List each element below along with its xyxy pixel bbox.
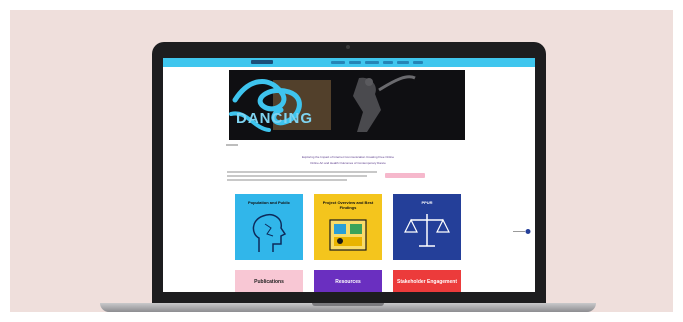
- card-population[interactable]: Population and Public: [235, 194, 303, 260]
- intro-line-2: Online Art and Health Outcomes of Contem…: [310, 161, 386, 165]
- nav-item[interactable]: [365, 61, 379, 64]
- card-label: Stakeholder Engagement: [396, 279, 457, 285]
- highlight-link[interactable]: [385, 173, 425, 178]
- site-header: [163, 58, 535, 67]
- card-project-overview[interactable]: Project Overview and Best Findings: [314, 194, 382, 260]
- hero-banner: [229, 70, 465, 140]
- card-label: Publications: [254, 279, 284, 285]
- body-text-line: [227, 171, 377, 173]
- hero-title: DANCING: [236, 110, 313, 127]
- card-stakeholder[interactable]: Stakeholder Engagement: [393, 270, 461, 292]
- page: DANCING Exploring the Impact of Internet…: [0, 0, 683, 322]
- nav-item[interactable]: [397, 61, 409, 64]
- scales-icon: [404, 214, 450, 247]
- body-text-line: [227, 175, 367, 177]
- card-resources[interactable]: Resources: [314, 270, 382, 292]
- intro-line-1: Exploring the Impact of Internet Communi…: [301, 155, 395, 159]
- website-screen: DANCING Exploring the Impact of Internet…: [163, 58, 535, 292]
- nav-item[interactable]: [331, 61, 345, 64]
- card-label: Resources: [335, 279, 361, 285]
- next-arrow-icon[interactable]: [513, 229, 531, 234]
- body-text-line: [227, 179, 347, 181]
- card-ppur[interactable]: PPUR: [393, 194, 461, 260]
- camera-icon: [346, 45, 350, 49]
- laptop-notch: [312, 303, 384, 306]
- site-logo[interactable]: [251, 60, 273, 64]
- nav-item[interactable]: [413, 61, 423, 64]
- card-publications[interactable]: Publications: [235, 270, 303, 292]
- clipboard-icon: [329, 219, 367, 251]
- nav-item[interactable]: [383, 61, 393, 64]
- breadcrumb[interactable]: [226, 144, 238, 146]
- nav-item[interactable]: [349, 61, 361, 64]
- head-profile-icon: [252, 214, 287, 252]
- hero-image: [229, 70, 465, 140]
